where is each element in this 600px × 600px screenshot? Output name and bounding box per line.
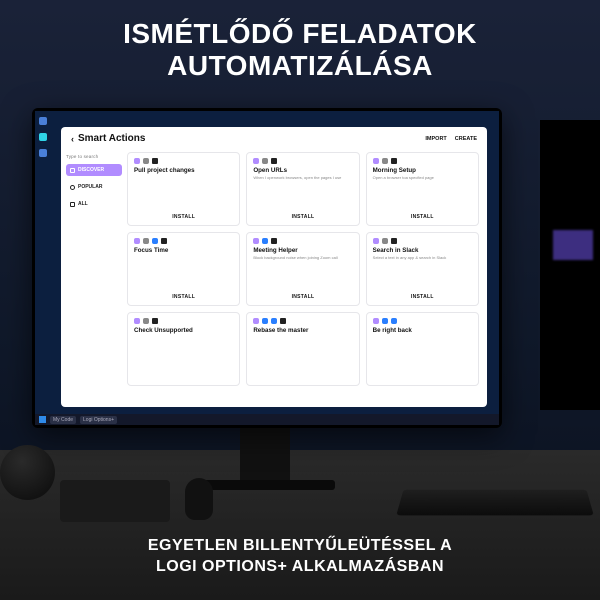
- actions-grid: Pull project changes INSTALL Open URLs W…: [127, 148, 487, 407]
- headline: ISMÉTLŐDŐ FELADATOK AUTOMATIZÁLÁSA: [0, 18, 600, 82]
- headline-line-2: AUTOMATIZÁLÁSA: [0, 50, 600, 82]
- card-app-icons: [373, 158, 472, 164]
- headline-line-1: ISMÉTLŐDŐ FELADATOK: [0, 18, 600, 50]
- action-card[interactable]: Open URLs When I openwork browsers, open…: [246, 152, 359, 226]
- card-title: Pull project changes: [134, 167, 233, 174]
- card-title: Meeting Helper: [253, 247, 352, 254]
- install-button[interactable]: INSTALL: [411, 292, 434, 301]
- install-button[interactable]: INSTALL: [411, 212, 434, 221]
- install-button[interactable]: INSTALL: [172, 212, 195, 221]
- card-subtitle: When I openwork browsers, open the pages…: [253, 176, 352, 181]
- primary-monitor: ‹ Smart Actions IMPORT CREATE Type to se…: [32, 108, 502, 428]
- card-subtitle: Open a browser toa specfied page: [373, 176, 472, 181]
- sidebar-item-discover[interactable]: DISCOVER: [66, 164, 122, 176]
- monitor-stand-base: [195, 480, 335, 490]
- card-app-icons: [134, 238, 233, 244]
- app-header-actions: IMPORT CREATE: [425, 136, 477, 142]
- desk-device: [60, 480, 170, 522]
- action-card[interactable]: Check Unsupported: [127, 312, 240, 386]
- desktop-icon[interactable]: [39, 133, 47, 141]
- square-icon: [70, 168, 75, 173]
- logi-options-window: ‹ Smart Actions IMPORT CREATE Type to se…: [61, 127, 487, 407]
- footer-line-2: LOGI OPTIONS+ ALKALMAZÁSBAN: [0, 556, 600, 578]
- card-app-icons: [373, 238, 472, 244]
- back-icon[interactable]: ‹: [71, 134, 74, 144]
- app-title-label: Smart Actions: [78, 133, 145, 144]
- card-title: Rebase the master: [253, 327, 352, 334]
- action-card[interactable]: Focus Time INSTALL: [127, 232, 240, 306]
- card-title: Open URLs: [253, 167, 352, 174]
- card-title: Focus Time: [134, 247, 233, 254]
- square-icon: [70, 202, 75, 207]
- windows-taskbar[interactable]: My Code Logi Options+: [35, 414, 499, 425]
- card-title: Check Unsupported: [134, 327, 233, 334]
- footer-line-1: EGYETLEN BILLENTYŰLEÜTÉSSEL A: [0, 535, 600, 557]
- app-header: ‹ Smart Actions IMPORT CREATE: [61, 127, 487, 148]
- webcam-dock: [0, 445, 55, 500]
- secondary-monitor: [540, 120, 600, 410]
- mouse: [185, 478, 213, 520]
- start-button[interactable]: [39, 416, 46, 423]
- action-card[interactable]: Rebase the master: [246, 312, 359, 386]
- card-app-icons: [253, 238, 352, 244]
- card-subtitle: Select a text in any app & search in Sla…: [373, 256, 472, 261]
- card-title: Search in Slack: [373, 247, 472, 254]
- import-button[interactable]: IMPORT: [425, 136, 446, 142]
- keyboard: [396, 490, 594, 516]
- card-app-icons: [253, 318, 352, 324]
- desktop-screen: ‹ Smart Actions IMPORT CREATE Type to se…: [35, 111, 499, 425]
- sidebar-item-label: DISCOVER: [78, 167, 104, 173]
- action-card[interactable]: Meeting Helper Block background noise wh…: [246, 232, 359, 306]
- taskbar-item[interactable]: My Code: [50, 416, 76, 424]
- sidebar-item-label: POPULAR: [78, 184, 102, 190]
- action-card[interactable]: Search in Slack Select a text in any app…: [366, 232, 479, 306]
- sidebar-item-popular[interactable]: POPULAR: [66, 181, 122, 193]
- card-subtitle: Block background noise when joining Zoom…: [253, 256, 352, 261]
- install-button[interactable]: INSTALL: [292, 212, 315, 221]
- sidebar-item-label: ALL: [78, 201, 88, 207]
- footer-caption: EGYETLEN BILLENTYŰLEÜTÉSSEL A LOGI OPTIO…: [0, 535, 600, 578]
- desktop-icon[interactable]: [39, 117, 47, 125]
- card-app-icons: [134, 158, 233, 164]
- desktop-icons: [39, 117, 47, 157]
- card-app-icons: [373, 318, 472, 324]
- create-button[interactable]: CREATE: [455, 136, 477, 142]
- desktop-icon[interactable]: [39, 149, 47, 157]
- card-app-icons: [253, 158, 352, 164]
- install-button[interactable]: INSTALL: [292, 292, 315, 301]
- action-card[interactable]: Pull project changes INSTALL: [127, 152, 240, 226]
- action-card[interactable]: Be right back: [366, 312, 479, 386]
- sidebar-item-all[interactable]: ALL: [66, 198, 122, 210]
- search-input[interactable]: Type to search: [66, 154, 122, 159]
- app-body: Type to search DISCOVER POPULAR ALL: [61, 148, 487, 407]
- app-title: ‹ Smart Actions: [71, 133, 145, 144]
- circle-icon: [70, 185, 75, 190]
- sidebar: Type to search DISCOVER POPULAR ALL: [61, 148, 127, 407]
- install-button[interactable]: INSTALL: [172, 292, 195, 301]
- card-title: Morning Setup: [373, 167, 472, 174]
- card-title: Be right back: [373, 327, 472, 334]
- card-app-icons: [134, 318, 233, 324]
- taskbar-item[interactable]: Logi Options+: [80, 416, 117, 424]
- action-card[interactable]: Morning Setup Open a browser toa specfie…: [366, 152, 479, 226]
